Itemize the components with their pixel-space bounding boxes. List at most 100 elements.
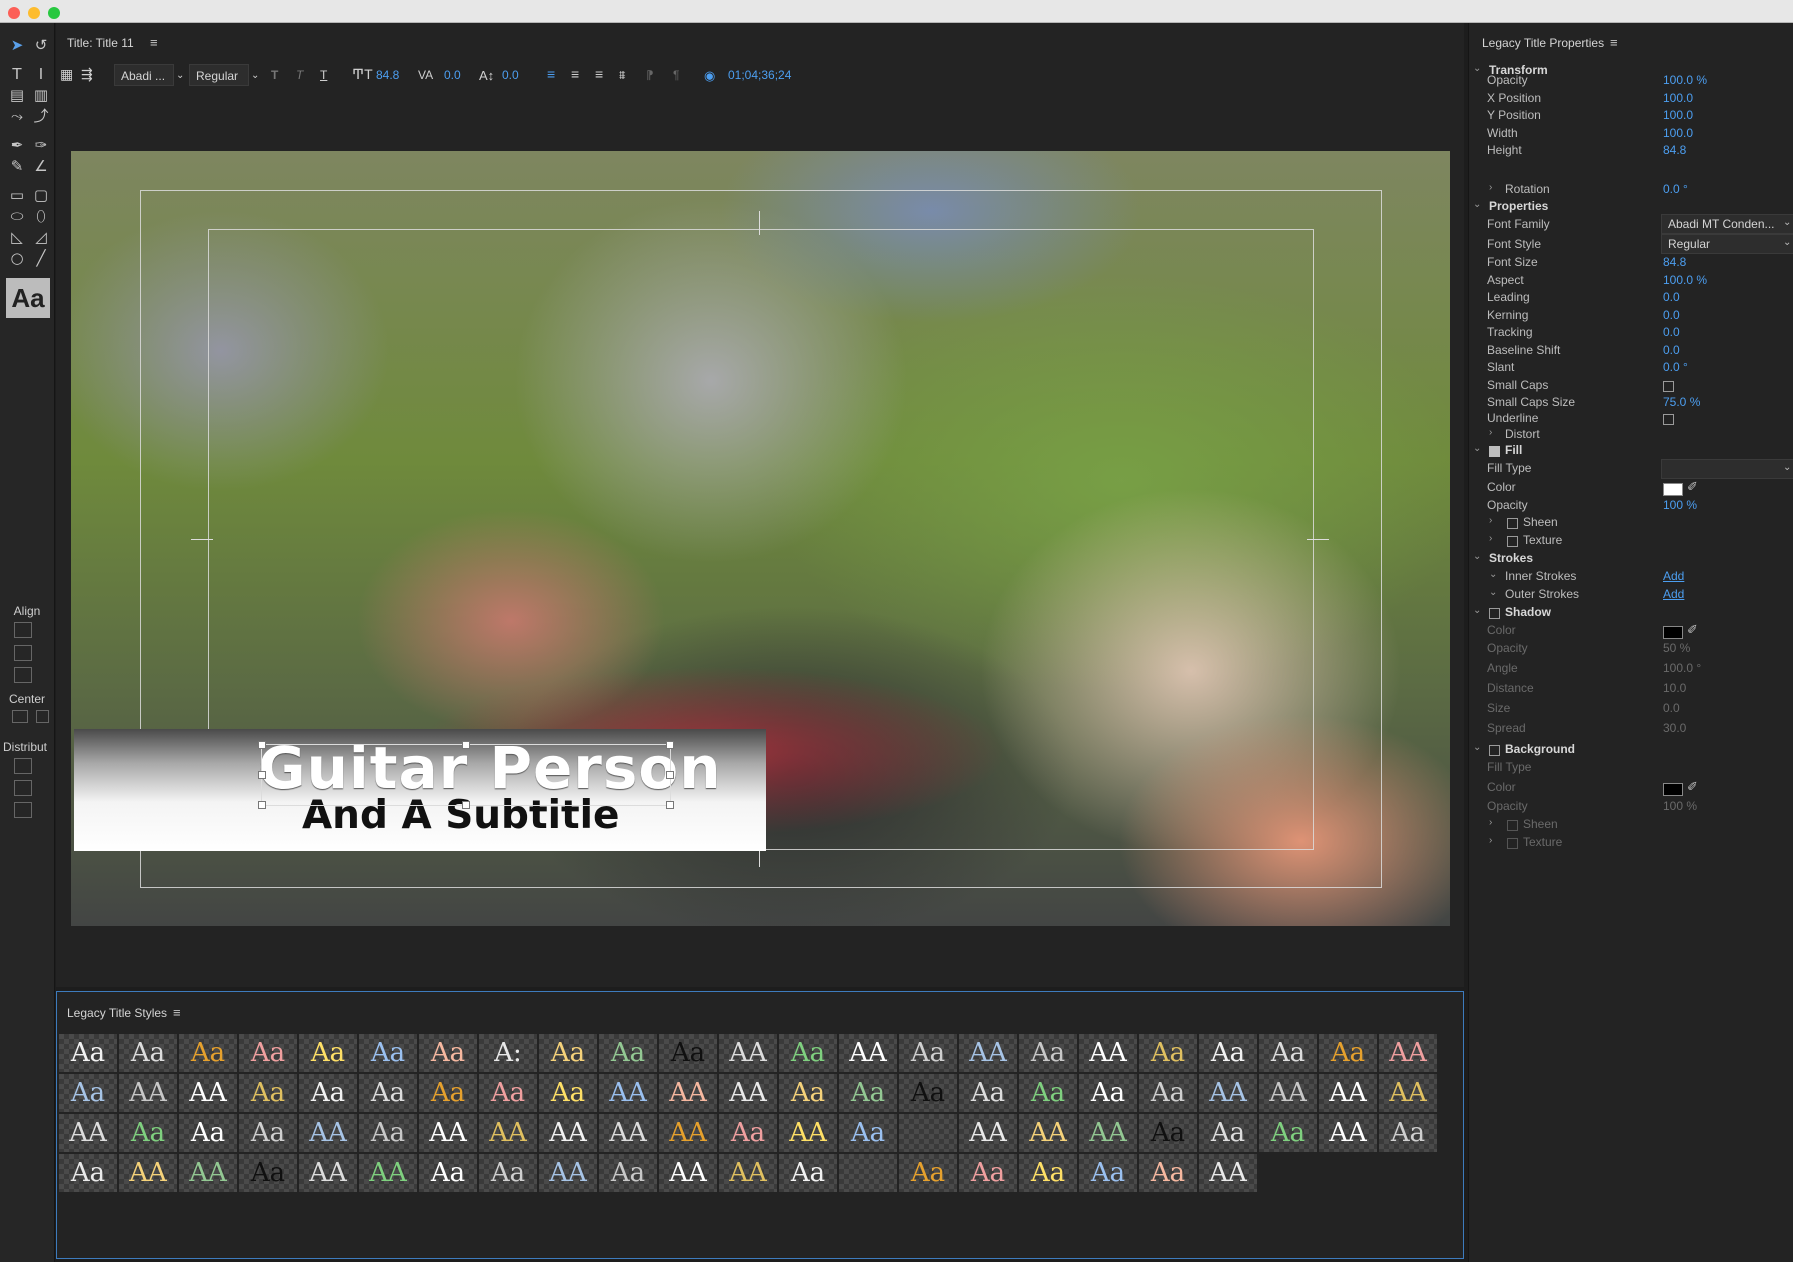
eyedropper-icon[interactable]: ✐ xyxy=(1687,780,1698,795)
title-style-swatch[interactable]: Aa xyxy=(1199,1034,1257,1072)
title-style-swatch[interactable]: AA xyxy=(719,1154,777,1192)
add-inner-stroke-link[interactable]: Add xyxy=(1663,569,1684,583)
texture-checkbox[interactable] xyxy=(1507,536,1518,547)
shadow-color-swatch[interactable] xyxy=(1663,626,1683,639)
title-style-swatch[interactable]: Aa xyxy=(59,1154,117,1192)
shadow-property-value[interactable]: 100.0 ° xyxy=(1663,661,1701,675)
chevron-right-icon[interactable]: › xyxy=(1489,835,1492,846)
title-style-swatch[interactable]: Aa xyxy=(239,1074,297,1112)
font-style-dropdown[interactable]: Regular xyxy=(189,64,249,86)
title-style-swatch[interactable]: AA xyxy=(479,1114,537,1152)
transform-property-value[interactable]: 100.0 xyxy=(1663,126,1693,140)
tab-left-icon[interactable]: ⁋ xyxy=(646,68,654,82)
title-style-swatch[interactable]: AA xyxy=(719,1034,777,1072)
align-left-icon[interactable] xyxy=(14,622,32,638)
center-horizontal-icon[interactable] xyxy=(12,710,28,723)
selection-handle[interactable] xyxy=(666,801,674,809)
text-property-value[interactable]: 0.0 ° xyxy=(1663,360,1688,374)
text-property-value[interactable]: 100.0 % xyxy=(1663,273,1707,287)
title-style-swatch[interactable]: Aa xyxy=(359,1114,417,1152)
title-style-swatch[interactable]: AA xyxy=(959,1034,1017,1072)
selection-handle[interactable] xyxy=(258,801,266,809)
title-style-swatch[interactable]: AA xyxy=(179,1074,237,1112)
title-style-swatch[interactable]: AA xyxy=(779,1114,837,1152)
title-style-swatch[interactable]: Aa xyxy=(479,1154,537,1192)
title-style-swatch[interactable]: Aa xyxy=(239,1034,297,1072)
selection-handle[interactable] xyxy=(666,771,674,779)
bold-icon[interactable]: T xyxy=(271,68,278,82)
title-style-swatch[interactable]: Aa xyxy=(1139,1074,1197,1112)
shadow-property-value[interactable]: 50 % xyxy=(1663,641,1690,655)
strokes-section-header[interactable]: ⌄ Strokes xyxy=(1469,551,1793,569)
selection-tool-icon[interactable]: ➤ xyxy=(6,35,28,55)
title-style-swatch[interactable]: Aa xyxy=(479,1074,537,1112)
title-style-swatch[interactable]: Aa xyxy=(119,1114,177,1152)
text-selection-box[interactable] xyxy=(261,744,671,806)
transform-property-value[interactable]: 100.0 xyxy=(1663,108,1693,122)
title-style-swatch[interactable]: AA xyxy=(119,1154,177,1192)
title-style-swatch[interactable]: AA xyxy=(1079,1034,1137,1072)
zoom-window-button[interactable] xyxy=(48,7,60,19)
roll-crawl-options-icon[interactable]: ⇶ xyxy=(81,66,93,83)
title-style-swatch[interactable]: Aa xyxy=(119,1034,177,1072)
title-style-swatch[interactable]: AA xyxy=(719,1074,777,1112)
distribute-center-icon[interactable] xyxy=(14,780,32,796)
title-style-swatch[interactable]: Aa xyxy=(179,1034,237,1072)
chevron-down-icon[interactable]: ⌄ xyxy=(1489,569,1497,580)
title-style-swatch[interactable] xyxy=(899,1114,957,1152)
background-color-swatch[interactable] xyxy=(1663,783,1683,796)
font-size-value[interactable]: 84.8 xyxy=(376,68,399,82)
title-style-swatch[interactable]: AA xyxy=(839,1034,897,1072)
title-style-swatch[interactable]: AA xyxy=(1259,1074,1317,1112)
title-panel-menu-icon[interactable]: ≡ xyxy=(150,35,158,50)
shadow-checkbox[interactable] xyxy=(1489,608,1500,619)
chevron-right-icon[interactable]: › xyxy=(1489,817,1492,828)
properties-panel-menu-icon[interactable]: ≡ xyxy=(1610,35,1618,50)
title-style-swatch[interactable]: Aa xyxy=(959,1154,1017,1192)
styles-panel-menu-icon[interactable]: ≡ xyxy=(173,1005,181,1020)
title-style-swatch[interactable]: Aa xyxy=(1139,1114,1197,1152)
title-style-swatch[interactable]: AA xyxy=(659,1154,717,1192)
rotation-tool-icon[interactable]: ↺ xyxy=(30,35,52,55)
text-property-value[interactable]: 0.0 xyxy=(1663,308,1680,322)
rotation-row[interactable]: › Rotation 0.0 ° xyxy=(1469,182,1793,200)
title-style-swatch[interactable]: Aa xyxy=(299,1034,357,1072)
selection-handle[interactable] xyxy=(462,801,470,809)
chevron-right-icon[interactable]: › xyxy=(1489,182,1492,193)
title-style-swatch[interactable]: Aa xyxy=(1019,1074,1077,1112)
selection-handle[interactable] xyxy=(258,771,266,779)
background-checkbox[interactable] xyxy=(1489,745,1500,756)
title-style-swatch[interactable]: AA xyxy=(1079,1114,1137,1152)
minimize-window-button[interactable] xyxy=(28,7,40,19)
title-style-swatch[interactable]: AA xyxy=(539,1114,597,1152)
title-style-swatch[interactable]: Aa xyxy=(1139,1154,1197,1192)
text-property-value[interactable]: 0.0 xyxy=(1663,290,1680,304)
selection-handle[interactable] xyxy=(258,741,266,749)
background-section-header[interactable]: ⌄ Background xyxy=(1469,742,1793,760)
title-style-swatch[interactable]: Aa xyxy=(239,1154,297,1192)
title-style-swatch[interactable]: Aa xyxy=(839,1074,897,1112)
clipped-corner-tool-icon[interactable]: ⬭ xyxy=(6,206,28,226)
shadow-property-value[interactable]: 10.0 xyxy=(1663,681,1686,695)
chevron-down-icon[interactable]: ⌄ xyxy=(1783,217,1791,228)
add-outer-stroke-link[interactable]: Add xyxy=(1663,587,1684,601)
italic-icon[interactable]: T xyxy=(296,68,303,82)
rounded-rectangle-tool-icon[interactable]: ▢ xyxy=(30,185,52,205)
title-style-swatch[interactable]: Aa xyxy=(1199,1114,1257,1152)
show-background-video-icon[interactable]: ◉ xyxy=(704,68,715,84)
chevron-down-icon[interactable]: ⌄ xyxy=(1783,462,1791,473)
title-style-swatch[interactable]: AA xyxy=(359,1154,417,1192)
title-style-swatch[interactable]: Aa xyxy=(899,1034,957,1072)
title-style-swatch[interactable]: Aa xyxy=(599,1034,657,1072)
title-style-swatch[interactable]: Aa xyxy=(239,1114,297,1152)
eyedropper-icon[interactable]: ✐ xyxy=(1687,623,1698,638)
vertical-path-type-tool-icon[interactable]: ⤴ xyxy=(30,106,52,126)
title-style-swatch[interactable]: AA xyxy=(1379,1074,1437,1112)
chevron-right-icon[interactable]: › xyxy=(1489,533,1492,544)
shadow-property-value[interactable]: 30.0 xyxy=(1663,721,1686,735)
chevron-down-icon[interactable]: ⌄ xyxy=(1473,443,1481,454)
text-property-value[interactable]: 0.0 xyxy=(1663,325,1680,339)
title-style-swatch[interactable]: AA xyxy=(179,1154,237,1192)
rectangle-tool-icon[interactable]: ▭ xyxy=(6,185,28,205)
text-property-value[interactable]: 84.8 xyxy=(1663,255,1686,269)
